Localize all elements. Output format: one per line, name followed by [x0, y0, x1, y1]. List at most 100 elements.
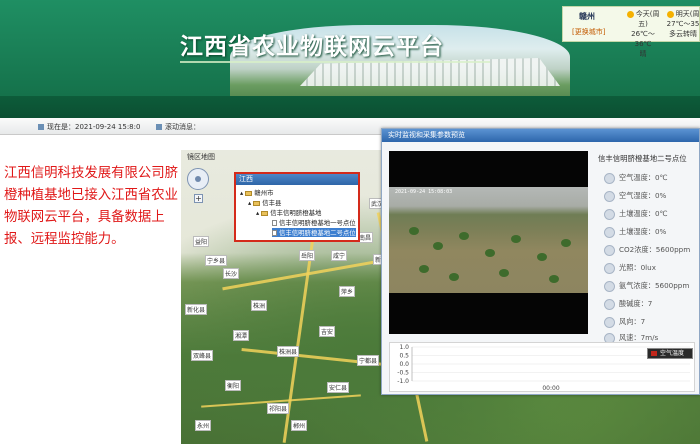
map-city-label[interactable]: 祁阳县 [267, 403, 290, 414]
weather-today-label: 今天(周五) [635, 10, 660, 28]
tree-node-label: 赣州市 [254, 189, 274, 197]
expand-arrow-icon[interactable]: ▴ [248, 199, 251, 207]
wind-direction-icon [604, 316, 615, 328]
map-city-label[interactable]: 永州 [195, 420, 212, 431]
rolling-message: 滚动消息： [156, 122, 200, 132]
sun-icon [666, 10, 674, 18]
map-zoom-in-button[interactable]: + [194, 194, 203, 203]
co2-icon [604, 244, 615, 256]
map-city-label[interactable]: 株洲县 [277, 346, 300, 357]
chart-x-tick-label: 00:00 [542, 385, 559, 392]
sensor-light: 光照：0lux [604, 260, 656, 275]
rolling-message-label: 滚动消息： [165, 123, 200, 131]
expand-arrow-icon[interactable]: ▴ [256, 209, 259, 217]
page-title: 江西省农业物联网云平台 [180, 34, 444, 60]
overlay-caption: 江西信明科技发展有限公司脐橙种植基地已接入江西省农业物联网云平台，具备数据上报、… [4, 166, 179, 247]
weather-tomorrow: 明天(周 27℃～35 多云转晴 [663, 9, 700, 39]
sensor-soil-temperature: 土壤温度：0℃ [604, 206, 668, 221]
document-icon [272, 220, 277, 226]
weather-city: 赣州 [579, 12, 595, 21]
video-timestamp: 2021-09-24 15:08:03 [395, 189, 453, 195]
map-nav-title: 镜区地图 [187, 153, 215, 161]
sensor-value: 酸碱度：7 [619, 299, 653, 308]
weather-widget: 赣州 [更换城市] 今天(周五) 26℃～36℃ 晴 明天(周 27℃～35 多… [562, 6, 700, 58]
map-city-label[interactable]: 吉安 [319, 326, 336, 337]
map-city-label[interactable]: 新化县 [185, 304, 208, 315]
sensor-panel: 信丰信明脐橙基地二号点位 空气温度：0℃ 空气湿度：0% 土壤温度：0℃ 土壤湿… [592, 150, 698, 344]
speaker-icon [156, 124, 162, 130]
map-city-label[interactable]: 萍乡 [339, 286, 356, 297]
weather-tomorrow-temp: 27℃～35 [666, 20, 700, 28]
weather-tomorrow-cond: 多云转晴 [669, 30, 697, 38]
title-underline [180, 61, 490, 63]
app-window: 江西省农业物联网云平台 赣州 [更换城市] 今天(周五) 26℃～36℃ 晴 明… [0, 0, 700, 444]
chart-y-tick-label: 0.0 [399, 361, 409, 368]
sensor-value: 土壤湿度：0% [619, 227, 667, 236]
map-city-label[interactable]: 长沙 [223, 268, 240, 279]
soil-temperature-icon [604, 208, 615, 220]
chart-y-tick-label: -0.5 [397, 370, 409, 377]
ph-icon [604, 298, 615, 310]
tree-node-label: 信丰信明脐橙基地 [270, 209, 322, 217]
folder-icon [245, 190, 253, 196]
sensor-ammonia: 氨气浓度：5600ppm [604, 278, 689, 293]
tree-node-point-2[interactable]: 信丰信明脐橙基地二号点位 [272, 228, 356, 237]
weather-today-temp: 26℃～36℃ [631, 30, 655, 48]
chart-y-tick-label: -1.0 [397, 378, 409, 385]
header-banner: 江西省农业物联网云平台 赣州 [更换城市] 今天(周五) 26℃～36℃ 晴 明… [0, 0, 700, 118]
map-city-label[interactable]: 双峰县 [191, 350, 214, 361]
map-pan-control[interactable] [187, 168, 209, 190]
sensor-value: 空气湿度：0% [619, 191, 667, 200]
current-time: 现在是：2021-09-24 15:8:0 [38, 122, 140, 132]
sensor-co2: CO2浓度：5600ppm [604, 242, 690, 257]
humidity-icon [604, 190, 615, 202]
map-city-label[interactable]: 咸宁 [331, 250, 348, 261]
video-player[interactable]: 2021-09-24 15:08:03 [389, 151, 588, 334]
monitor-window-title[interactable]: 实时监视和采集参数预览 [382, 129, 699, 142]
tree-node-label: 信丰信明脐橙基地一号点位 [279, 219, 356, 227]
map-city-label[interactable]: 安仁县 [327, 382, 350, 393]
map-city-label[interactable]: 郴州 [291, 420, 308, 431]
tree-node-label: 信丰信明脐橙基地二号点位 [279, 229, 356, 237]
chart-legend[interactable]: 空气温度 [647, 348, 693, 359]
tree-node-label: 信丰县 [262, 199, 282, 207]
sensor-soil-humidity: 土壤湿度：0% [604, 224, 666, 239]
map-city-label[interactable]: 株洲 [251, 300, 268, 311]
map-city-label[interactable]: 岳阳 [299, 250, 316, 261]
map-city-label[interactable]: 益阳 [193, 236, 210, 247]
sensor-value: 土壤温度：0℃ [619, 209, 668, 218]
map-city-label[interactable]: 湘潭 [233, 330, 250, 341]
thermometer-icon [604, 172, 615, 184]
expand-arrow-icon[interactable]: ▴ [240, 189, 243, 197]
chart-y-tick-label: 1.0 [399, 344, 409, 351]
sun-icon [626, 10, 634, 18]
change-city-link[interactable]: [更换城市] [572, 27, 605, 37]
weather-today-cond: 晴 [639, 50, 647, 58]
video-frame: 2021-09-24 15:08:03 [389, 187, 588, 293]
sensor-value: 风速：7m/s [619, 333, 659, 342]
sensor-value: 光照：0lux [619, 263, 656, 272]
tree-node-point-1[interactable]: 信丰信明脐橙基地一号点位 [272, 218, 356, 227]
sensor-air-humidity: 空气湿度：0% [604, 188, 666, 203]
sensor-ph: 酸碱度：7 [604, 296, 652, 311]
map-city-label[interactable]: 衡阳 [225, 380, 242, 391]
region-tree-popup: 江西 ▴ 赣州市 ▴ 信丰县 ▴ 信丰信明脐橙基地 信丰信明脐橙基地一号点位 信… [234, 172, 360, 242]
map-city-label[interactable]: 宁都县 [357, 355, 380, 366]
sun-icon [604, 262, 615, 274]
map-city-label[interactable]: 宁乡县 [205, 255, 228, 266]
tree-header: 江西 [236, 174, 358, 185]
tree-node-county[interactable]: ▴ 信丰县 [248, 198, 281, 207]
document-icon [272, 230, 277, 236]
clock-icon [38, 124, 44, 130]
sensor-air-temperature: 空气温度：0℃ [604, 170, 668, 185]
sensor-site-name: 信丰信明脐橙基地二号点位 [598, 154, 687, 163]
sensor-wind-direction: 风向：7 [604, 314, 645, 329]
tree-node-city[interactable]: ▴ 赣州市 [240, 188, 273, 197]
folder-icon [253, 200, 261, 206]
chart-y-tick-label: 0.5 [399, 353, 409, 360]
sensor-value: 风向：7 [619, 317, 646, 326]
soil-humidity-icon [604, 226, 615, 238]
tree-node-base[interactable]: ▴ 信丰信明脐橙基地 [256, 208, 321, 217]
sensor-value: CO2浓度：5600ppm [619, 245, 691, 254]
ammonia-icon [604, 280, 615, 292]
